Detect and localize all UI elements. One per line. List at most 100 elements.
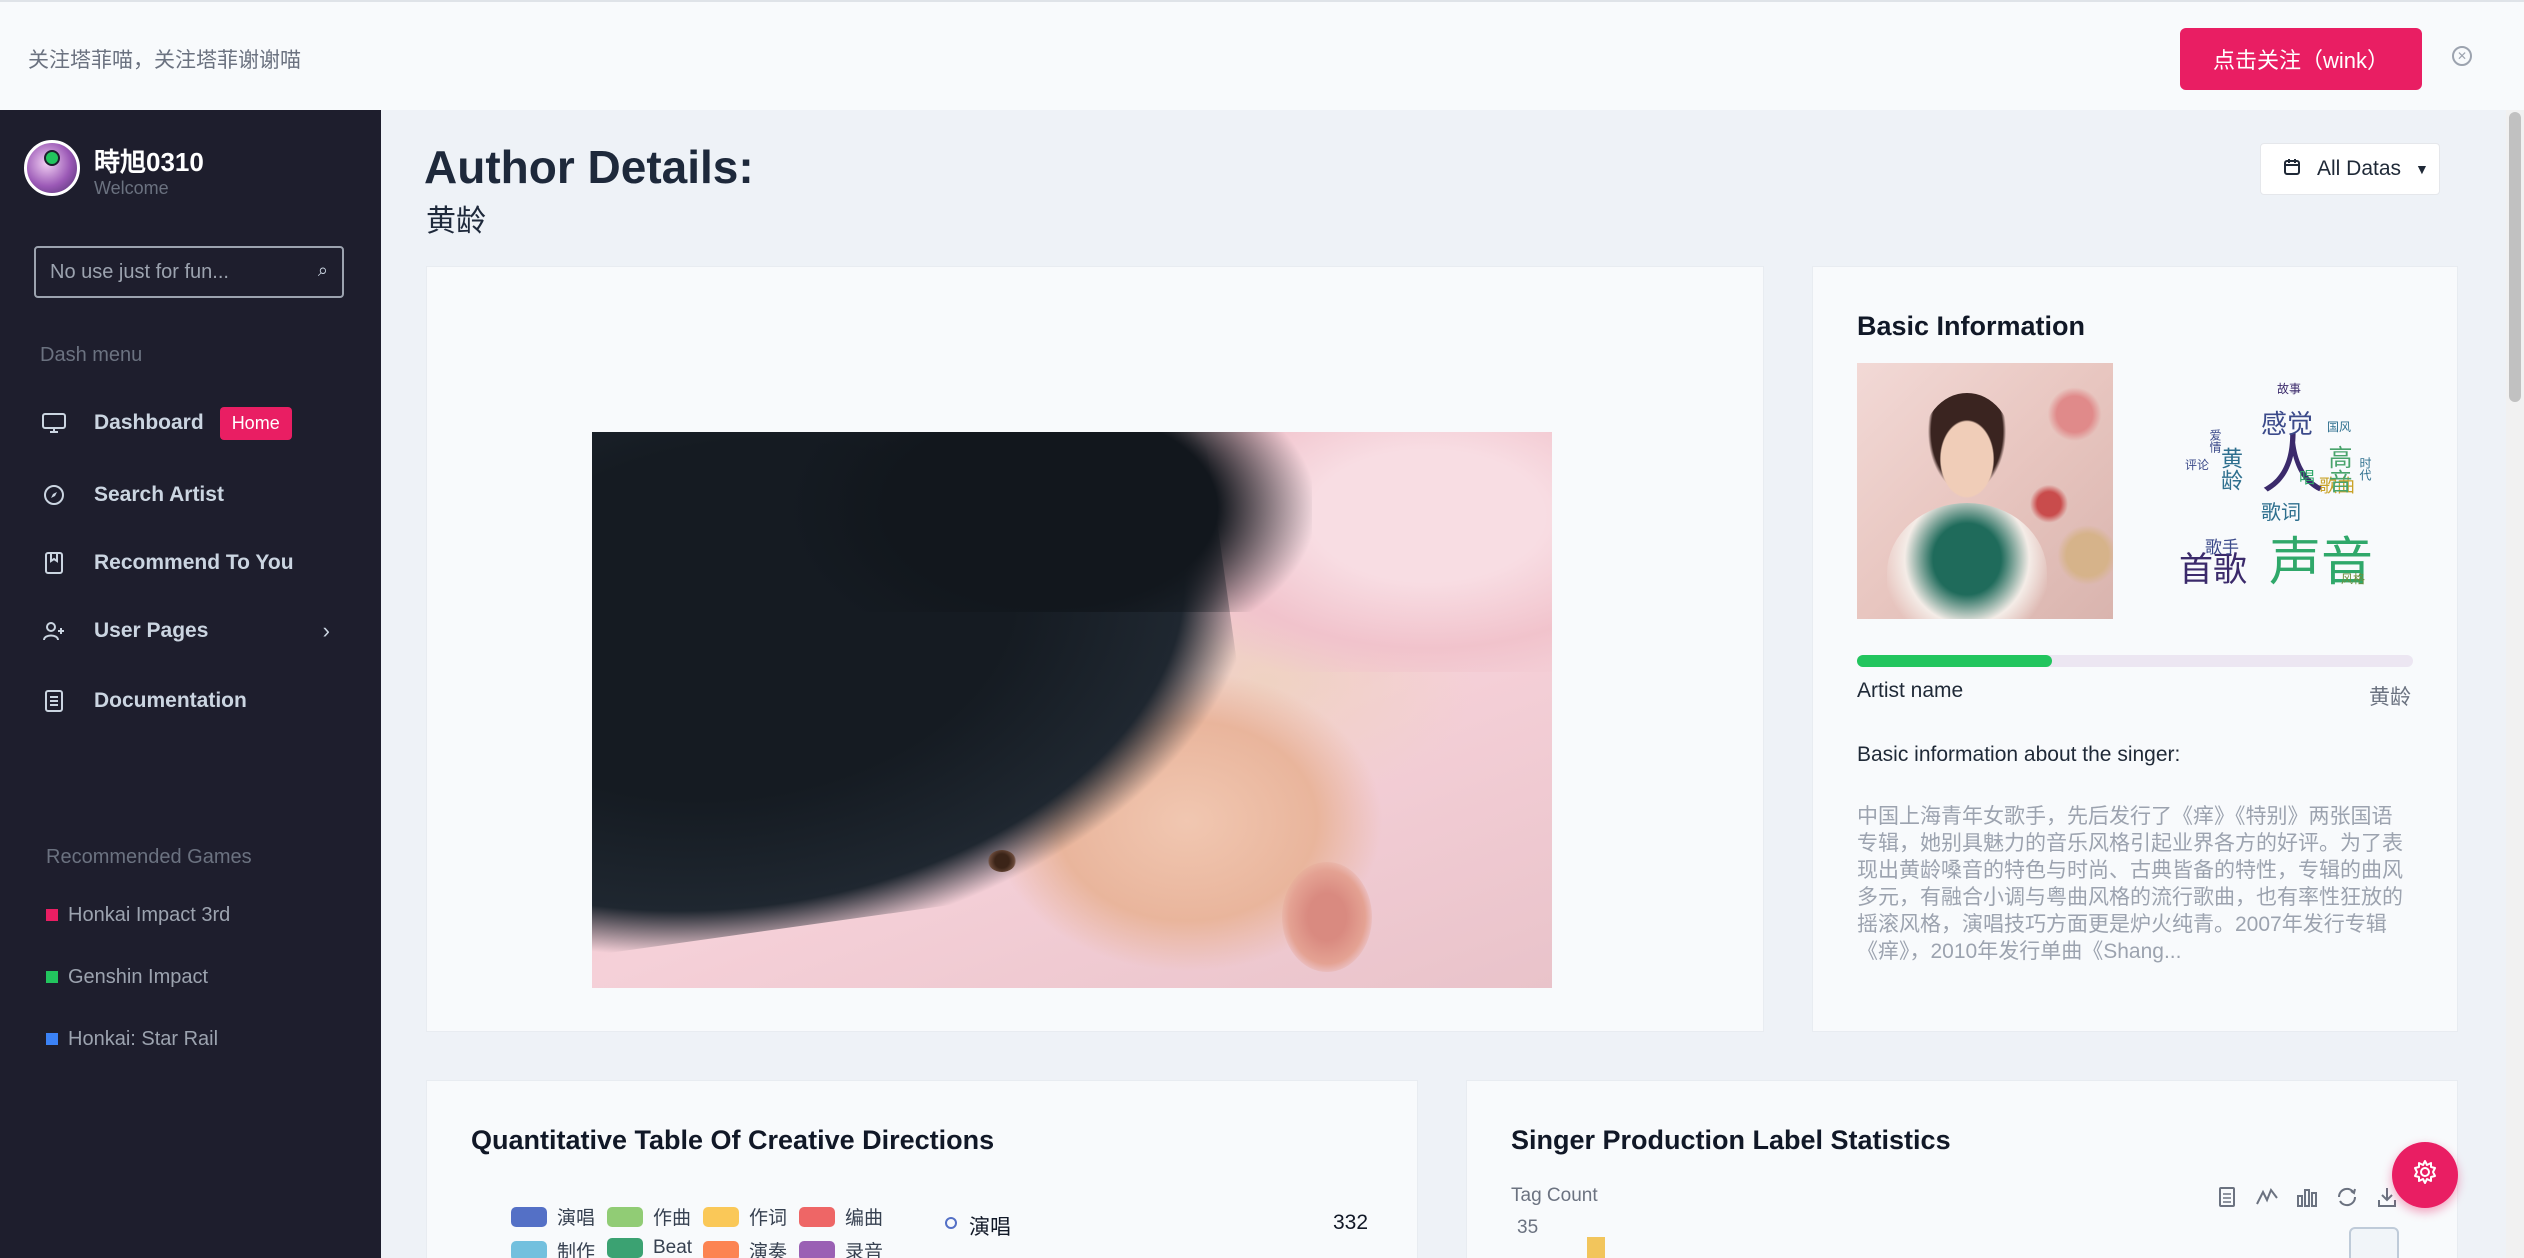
settings-fab[interactable] <box>2392 1142 2458 1208</box>
data-view-icon[interactable] <box>2215 1185 2239 1209</box>
wordcloud-word: 高音 <box>2324 445 2351 493</box>
wordcloud-word: 时代 <box>2358 457 2372 481</box>
sidebar-item-label: Documentation <box>94 689 247 712</box>
sidebar-search: ⌕ <box>34 246 344 298</box>
wordcloud-word: 评论 <box>2185 458 2210 472</box>
sidebar-item-label: Recommend To You <box>94 551 294 574</box>
legend-label: 作词 <box>749 1208 788 1229</box>
legend-swatch <box>799 1240 835 1258</box>
user-plus-icon <box>40 617 68 645</box>
bookmark-icon <box>40 549 68 577</box>
artist-photo <box>592 432 1552 988</box>
legend-label: 制作 <box>557 1242 596 1258</box>
sidebar-item-recommend[interactable]: Recommend To You <box>40 543 360 583</box>
caret-down-icon: ▼ <box>2415 161 2429 177</box>
game-label: Honkai Impact 3rd <box>68 903 231 926</box>
game-color-marker <box>46 1033 58 1045</box>
wordcloud-word: 歌手 <box>2205 538 2239 557</box>
legend-item[interactable]: 录音 <box>799 1237 883 1258</box>
sidebar: 時旭0310 Welcome ⌕ Dash menu Dashboard Hom… <box>0 110 381 1258</box>
artist-name-value: 黄龄 <box>2369 686 2411 709</box>
legend-item[interactable]: 编曲 <box>799 1203 883 1230</box>
bar-chart-icon[interactable] <box>2295 1185 2319 1209</box>
scrollbar-thumb[interactable] <box>2509 112 2521 402</box>
game-link-genshin-impact[interactable]: Genshin Impact <box>46 962 208 992</box>
legend-label: 录音 <box>845 1242 884 1258</box>
page-title: Author Details: <box>424 141 754 193</box>
legend-item[interactable]: 作曲 <box>607 1203 691 1230</box>
label-statistics-card: Singer Production Label Statistics Tag C… <box>1466 1080 2458 1258</box>
monitor-icon <box>40 409 68 437</box>
artist-name-label: Artist name <box>1857 679 1964 702</box>
legend-label: 作曲 <box>653 1208 692 1229</box>
legend-label: 编曲 <box>845 1208 884 1229</box>
legend-swatch <box>511 1206 547 1227</box>
recommended-games-label: Recommended Games <box>46 846 252 868</box>
user-name: 時旭0310 <box>94 147 204 177</box>
refresh-icon[interactable] <box>2335 1185 2359 1209</box>
legend-item[interactable]: Beat <box>607 1237 692 1258</box>
series-dot <box>945 1217 957 1229</box>
avatar[interactable] <box>24 140 80 196</box>
wordcloud-word: 故事 <box>2277 382 2302 396</box>
banner-text: 关注塔菲喵，关注塔菲谢谢喵 <box>28 49 301 72</box>
legend-item[interactable]: 制作 <box>511 1237 595 1258</box>
basic-info-heading: Basic information about the singer: <box>1857 743 2181 766</box>
legend-item[interactable]: 作词 <box>703 1203 787 1230</box>
sidebar-item-dashboard[interactable]: Dashboard Home <box>40 403 360 443</box>
top-banner: 关注塔菲喵，关注塔菲谢谢喵 点击关注（wink） ✕ <box>0 0 2524 110</box>
legend-swatch <box>607 1238 643 1258</box>
close-circle-icon[interactable]: ✕ <box>2452 46 2472 66</box>
follow-button[interactable]: 点击关注（wink） <box>2180 28 2422 90</box>
label-statistics-title: Singer Production Label Statistics <box>1511 1125 1951 1155</box>
game-color-marker <box>46 909 58 921</box>
legend-swatch <box>799 1206 835 1227</box>
creative-directions-card: Quantitative Table Of Creative Direction… <box>426 1080 1418 1258</box>
wordcloud-word: 感觉 <box>2261 409 2314 439</box>
game-color-marker <box>46 971 58 983</box>
progress-fill <box>1857 655 2052 667</box>
dash-menu-label: Dash menu <box>40 344 143 366</box>
sidebar-item-search-artist[interactable]: Search Artist <box>40 475 360 515</box>
basic-info-text: 中国上海青年女歌手，先后发行了《痒》《特别》两张国语专辑，她别具魅力的音乐风格引… <box>1857 805 2403 963</box>
sidebar-item-documentation[interactable]: Documentation <box>40 681 360 721</box>
legend-label: 演奏 <box>749 1242 788 1258</box>
sidebar-item-user-pages[interactable]: User Pages › <box>40 611 360 651</box>
compass-icon <box>40 481 68 509</box>
sidebar-item-label: User Pages <box>94 619 209 642</box>
all-datas-dropdown[interactable]: All Datas ▼ <box>2260 143 2440 195</box>
legend-swatch <box>511 1240 547 1258</box>
legend-item[interactable]: 演奏 <box>703 1237 787 1258</box>
wordcloud-word: 唱 <box>2299 470 2316 487</box>
chart-toolbox <box>2215 1185 2399 1209</box>
wordcloud-word: 风格 <box>2341 572 2366 586</box>
legend-swatch <box>703 1206 739 1227</box>
chart-bar[interactable] <box>1587 1237 1605 1258</box>
calendar-icon <box>2283 158 2301 181</box>
home-badge: Home <box>219 406 292 440</box>
game-label: Honkai: Star Rail <box>68 1027 219 1050</box>
creative-directions-title: Quantitative Table Of Creative Direction… <box>471 1125 995 1155</box>
author-name: 黄龄 <box>426 205 486 238</box>
artist-progress-bar <box>1857 655 2413 667</box>
search-input[interactable] <box>50 258 300 286</box>
online-status-dot <box>44 150 60 166</box>
search-icon[interactable]: ⌕ <box>318 260 328 281</box>
line-chart-icon[interactable] <box>2255 1185 2279 1209</box>
wordcloud-word: 首歌 <box>2179 551 2247 589</box>
wordcloud-word: 人 <box>2261 429 2325 501</box>
word-cloud: 人 声音 首歌 感觉 歌曲 黄龄 歌词 歌手 高音 故事 国风 评论 唱 风格 … <box>2169 367 2419 617</box>
singer-photo <box>1857 363 2113 619</box>
document-icon <box>40 687 68 715</box>
sidebar-item-label: Dashboard <box>94 411 204 434</box>
legend-label: Beat <box>653 1237 693 1258</box>
game-link-star-rail[interactable]: Honkai: Star Rail <box>46 1024 218 1054</box>
basic-info-card: Basic Information 人 声音 首歌 感觉 歌曲 黄龄 歌词 歌手… <box>1812 266 2458 1032</box>
legend-swatch <box>607 1206 643 1227</box>
data-zoom-handle[interactable] <box>2349 1227 2399 1258</box>
gear-icon <box>2412 1159 2438 1192</box>
game-link-honkai-impact[interactable]: Honkai Impact 3rd <box>46 900 230 930</box>
legend-item[interactable]: 演唱 <box>511 1203 595 1230</box>
series-row-value: 332 <box>1333 1211 1369 1234</box>
wordcloud-word: 国风 <box>2327 420 2352 434</box>
